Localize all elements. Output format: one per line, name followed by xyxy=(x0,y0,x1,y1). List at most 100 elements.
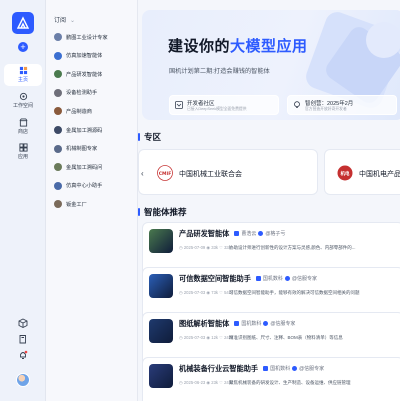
hero-title: 建设你的大模型应用 xyxy=(168,35,308,56)
agent-name: 金属加工溯源码 xyxy=(66,127,103,134)
agent-avatar xyxy=(54,144,62,153)
main-content: 建设你的大模型应用 国机计划第二期:打造会赚钱的智能体 开发者社区 已接入Dee… xyxy=(138,0,400,401)
hero-card-sub: 官方营造开放好奇开发者 xyxy=(305,107,347,111)
agent-tag: @信服专家 xyxy=(299,366,325,372)
subscription-panel: 订阅 ⌄ 鹏图工业设计专家 仿真加速智能体产品研发智能体设备检测助手 产品制造商金属加… xyxy=(46,0,138,401)
agent-stats: ◷ 2025-07-03 ◉ 12k ♡ 2434 xyxy=(179,335,233,340)
zone-card-electromech[interactable]: 机电 中国机电产品 xyxy=(324,149,400,195)
agent-date: 2025-07-03 xyxy=(183,290,206,295)
agent-description: 精准识别图纸、尺寸、注释、BOM表（物料清单）等信息 xyxy=(229,335,343,340)
agent-date: 2025-07-03 xyxy=(183,335,206,340)
agent-stats: ◷ 2025-07-03 ◉ 73k ♡ 5434 xyxy=(179,290,233,295)
agent-description: 协助设计师进行创新性的设计方案与灵感,颜色、内部零部件的... xyxy=(229,245,356,250)
agent-name: 产品制造商 xyxy=(66,108,92,115)
agent-name: 设备检测助手 xyxy=(66,90,98,97)
agent-views: 12k xyxy=(211,335,218,340)
agent-description: 聚焦机械装备的研发设计、生产制造、设备运维、供应链管理 xyxy=(229,380,351,385)
agent-org-meta: 国机数科 @信服专家 xyxy=(255,275,317,282)
rail-label: 工作空间 xyxy=(12,103,33,109)
agent-title: 可信数据空间智能助手 xyxy=(179,274,251,283)
zone-name: 中国机电产品 xyxy=(359,171,400,178)
agent-avatar xyxy=(54,51,62,60)
subscribed-agent-item[interactable]: 产品研发智能体 xyxy=(50,67,136,81)
agent-org-meta: 曹浩云 @格子亏 xyxy=(234,230,285,237)
agent-views: 23k xyxy=(211,380,218,385)
agent-name: 机械制图专家 xyxy=(66,146,98,153)
electromech-logo: 机电 xyxy=(337,165,353,181)
app-logo[interactable] xyxy=(12,12,34,34)
agent-views: 73k xyxy=(211,290,218,295)
agent-title: 机械装备行业云智能助手 xyxy=(179,364,259,373)
agent-name: 鹏图工业设计专家 xyxy=(66,34,108,41)
rail-item-home[interactable]: 主页 xyxy=(4,64,42,86)
verified-icon xyxy=(258,231,264,236)
hero-card-camp[interactable]: 智创营：2025年2月 官方营造开放好奇开发者 xyxy=(287,95,397,115)
subscribed-agent-item[interactable]: 鹏图工业设计专家 xyxy=(50,30,136,44)
agent-thumbnail xyxy=(149,364,173,388)
agent-org: 国机数科 xyxy=(262,276,283,282)
subscribed-agent-item[interactable]: 机械制图专家 xyxy=(50,142,136,156)
lightbulb-icon xyxy=(294,101,300,108)
agent-thumbnail xyxy=(149,229,173,253)
agent-date: 2025-07-09 xyxy=(183,245,206,250)
zone-card-cmif[interactable]: ‹ CMIF 中国机械工业联合会 xyxy=(138,149,318,195)
subscribed-agent-item[interactable]: 设备检测助手 xyxy=(50,86,136,100)
chevron-left-icon[interactable]: ‹ xyxy=(141,169,144,178)
store-icon xyxy=(19,118,27,127)
workspace-icon xyxy=(19,92,27,101)
panel-header[interactable]: 订阅 ⌄ xyxy=(54,15,75,24)
subscribed-agent-item[interactable]: 产品制造商 xyxy=(50,104,136,118)
apps-icon xyxy=(18,143,28,152)
rail-item-store[interactable]: 商店 xyxy=(4,116,42,138)
org-icon xyxy=(255,276,261,281)
agent-avatar xyxy=(54,33,62,41)
zone-name: 中国机械工业联合会 xyxy=(179,171,242,178)
chevron-down-icon: ⌄ xyxy=(70,18,76,24)
logo-icon xyxy=(16,16,30,29)
bell-icon[interactable] xyxy=(18,350,28,360)
user-avatar[interactable] xyxy=(16,373,30,387)
agent-thumbnail xyxy=(149,319,173,343)
zone-section-title: 专区 xyxy=(138,131,161,143)
community-icon xyxy=(175,101,183,109)
verified-icon xyxy=(263,321,269,326)
agent-avatar xyxy=(54,163,62,172)
agent-tag: @信服专家 xyxy=(291,276,317,282)
hero-title-highlight: 大模型应用 xyxy=(230,38,308,55)
subscribed-agent-item[interactable]: 仿真加速智能体 xyxy=(50,49,136,63)
electromech-logo-text: 机电 xyxy=(341,170,350,177)
agent-date: 2025-06-23 xyxy=(183,380,206,385)
subscribed-agent-item[interactable]: 仿真中心小助手 xyxy=(50,179,136,193)
recommend-section-title: 智能体推荐 xyxy=(138,206,187,218)
agent-name: 金属加工溯码问 xyxy=(66,164,103,171)
hero-card-community[interactable]: 开发者社区 已接入DeepSeek模型全面免费提供 xyxy=(169,95,279,115)
agent-description: 可信数据空间智能助手，能够有效的解决可信数据空间相关的问题 xyxy=(229,290,360,295)
hero-subtitle: 国机计划第二期:打造会赚钱的智能体 xyxy=(169,68,270,75)
box-icon[interactable] xyxy=(18,318,28,328)
agent-org: 国机数科 xyxy=(241,321,262,327)
agent-avatar xyxy=(54,88,62,97)
book-icon[interactable] xyxy=(18,334,28,344)
rail-label: 应用 xyxy=(17,154,28,160)
hero-cards: 开发者社区 已接入DeepSeek模型全面免费提供 智创营：2025年2月 官方… xyxy=(169,95,397,115)
cmif-logo: CMIF xyxy=(157,165,173,181)
hero-card-sub: 已接入DeepSeek模型全面免费提供 xyxy=(187,107,247,111)
agent-name: 仿真加速智能体 xyxy=(66,53,103,60)
agent-org-meta: 国机数科 @信服专家 xyxy=(263,365,324,372)
agent-tag: @格子亏 xyxy=(265,231,286,237)
agent-avatar xyxy=(54,70,62,79)
verified-icon xyxy=(292,366,298,371)
agent-org: 曹浩云 xyxy=(241,231,257,237)
new-chat-button[interactable]: + xyxy=(18,42,28,52)
agent-card[interactable]: 机械装备行业云智能助手 国机数科 @信服专家 ◷ 2025-06-23 ◉ 23k ♡… xyxy=(142,357,400,401)
panel-header-label: 订阅 xyxy=(54,18,67,24)
org-icon xyxy=(234,321,240,326)
org-icon xyxy=(234,231,240,236)
subscribed-agent-item[interactable]: 金属加工溯源码 xyxy=(50,123,136,137)
agent-title: 产品研发智能体 xyxy=(179,229,230,238)
rail-label: 商店 xyxy=(17,129,28,135)
rail-item-workspace[interactable]: 工作空间 xyxy=(4,90,42,112)
rail-item-apps[interactable]: 应用 xyxy=(4,141,42,163)
subscribed-agent-item[interactable]: 钣金工厂 xyxy=(50,197,136,211)
subscribed-agent-item[interactable]: 金属加工溯码问 xyxy=(50,160,136,174)
